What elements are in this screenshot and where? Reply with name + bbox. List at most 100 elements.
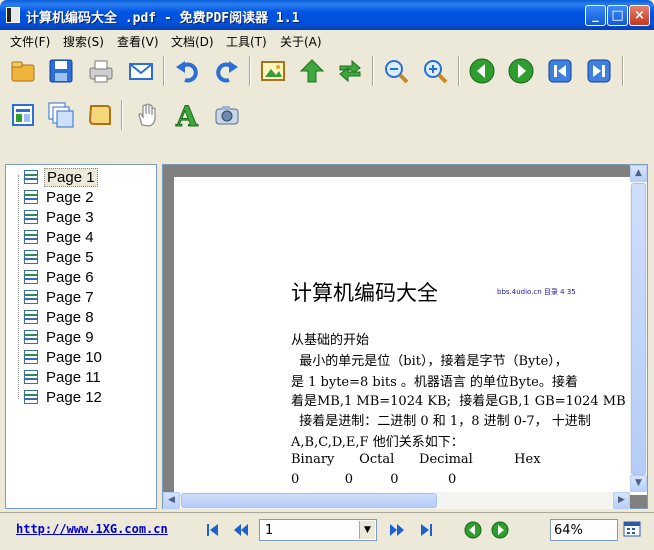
zoom-value: 64% [554,523,583,538]
page-icon [24,350,38,364]
tree-item-page-8[interactable]: Page 8 [24,307,96,327]
page-tree-panel: Page 1 Page 2 Page 3 Page 4 Page 5 Page … [5,164,157,509]
redo-icon[interactable] [210,54,244,88]
previous-icon[interactable] [465,54,499,88]
minimize-button[interactable]: _ [585,5,606,26]
next-page-button[interactable] [386,519,408,541]
calendar-icon[interactable] [623,520,641,538]
toolbar-separator [622,56,624,86]
page-icon [24,390,38,404]
toolbar-secondary: A [0,95,654,137]
page-icon [24,310,38,324]
scroll-left-button[interactable]: ◀ [163,492,180,509]
tree-item-page-10[interactable]: Page 10 [24,347,104,367]
page-icon [24,210,38,224]
scroll-up-button[interactable]: ▲ [630,165,647,182]
menu-tools[interactable]: 工具(T) [226,33,267,50]
title-bar: 计算机编码大全 .pdf - 免费PDF阅读器 1.1 _ □ × [0,0,654,30]
hand-tool-icon[interactable] [130,98,164,132]
app-icon [6,7,20,23]
document-page: 计算机编码大全 bbs.4udio.cn 目录 4 35 从基础的开始 最小的单… [174,177,647,495]
zoom-input[interactable]: 64% [550,519,618,541]
toolbar-separator [163,56,165,86]
toolbar-separator [372,56,374,86]
tree-item-page-1[interactable]: Page 1 [24,167,98,187]
previous-page-button[interactable] [230,519,252,541]
save-icon[interactable] [44,54,78,88]
svg-text:A: A [175,101,199,129]
vertical-scroll-thumb[interactable] [631,183,646,475]
toolbar-main [0,51,654,93]
zoom-out-icon[interactable] [379,54,413,88]
document-line: 最小的单元是位（bit），接着是字节（Byte）， [291,354,568,369]
last-page-icon[interactable] [582,54,616,88]
menu-file[interactable]: 文件(F) [10,33,50,50]
page-icon [24,290,38,304]
horizontal-scrollbar[interactable]: ◀ ▶ [163,492,630,509]
page-icon [24,230,38,244]
go-forward-button[interactable] [489,519,511,541]
tree-item-page-9[interactable]: Page 9 [24,327,96,347]
image-icon[interactable] [256,54,290,88]
open-folder-icon[interactable] [6,54,40,88]
page-icon [24,250,38,264]
up-arrow-icon[interactable] [295,54,329,88]
page-icon [24,270,38,284]
page-number-value: 1 [265,523,274,538]
tree-item-page-6[interactable]: Page 6 [24,267,96,287]
document-view[interactable]: 计算机编码大全 bbs.4udio.cn 目录 4 35 从基础的开始 最小的单… [162,164,648,509]
tree-item-page-12[interactable]: Page 12 [24,387,104,407]
go-back-button[interactable] [462,519,484,541]
window-title: 计算机编码大全 .pdf - 免费PDF阅读器 1.1 [26,11,300,26]
close-button[interactable]: × [629,5,650,26]
toolbar-separator [458,56,460,86]
document-line: 从基础的开始 [291,333,370,348]
tree-item-page-4[interactable]: Page 4 [24,227,96,247]
undo-icon[interactable] [170,54,204,88]
tree-item-page-2[interactable]: Page 2 [24,187,96,207]
tree-item-page-7[interactable]: Page 7 [24,287,96,307]
document-line: A,B,C,D,E,F 他们关系如下： [291,435,464,450]
website-link[interactable]: http://www.1XG.com.cn [16,522,168,536]
scroll-right-button[interactable]: ▶ [613,492,630,509]
menu-about[interactable]: 关于(A) [280,33,322,50]
text-select-icon[interactable]: A [170,98,204,132]
multi-page-icon[interactable] [44,98,78,132]
page-icon [24,190,38,204]
zoom-in-icon[interactable] [418,54,452,88]
email-icon[interactable] [124,54,158,88]
page-icon [24,170,38,184]
scroll-down-button[interactable]: ▼ [630,475,647,492]
single-page-icon[interactable] [6,98,40,132]
next-icon[interactable] [504,54,538,88]
tree-connector [18,175,19,399]
document-title: 计算机编码大全 [291,281,438,305]
document-watermark: bbs.4udio.cn 目录 4 35 [497,288,576,296]
toolbar-separator [121,100,123,130]
first-page-icon[interactable] [543,54,577,88]
menu-document[interactable]: 文档(D) [171,33,214,50]
document-line: Binary Octal Decimal Hex [291,452,541,467]
document-line: 0 0 0 0 [291,472,457,487]
page-number-select[interactable]: 1 ▼ [259,519,377,541]
tree-item-page-11[interactable]: Page 11 [24,367,103,387]
print-icon[interactable] [84,54,118,88]
menu-search[interactable]: 搜索(S) [63,33,104,50]
maximize-button[interactable]: □ [607,5,628,26]
scroll-page-icon[interactable] [82,98,116,132]
toolbar-separator [249,56,251,86]
document-line: 接着是进制：二进制 0 和 1，8 进制 0-7， 十进制 [291,414,591,429]
document-line: 是 1 byte=8 bits 。机器语言 的单位Byte。接着 [291,375,578,390]
tree-item-page-3[interactable]: Page 3 [24,207,96,227]
horizontal-scroll-thumb[interactable] [181,493,437,508]
first-page-button[interactable] [202,519,224,541]
snapshot-icon[interactable] [210,98,244,132]
tree-item-page-5[interactable]: Page 5 [24,247,96,267]
vertical-scrollbar[interactable]: ▲ ▼ [630,165,647,492]
menu-view[interactable]: 查看(V) [117,33,159,50]
chevron-down-icon[interactable]: ▼ [359,521,375,539]
refresh-icon[interactable] [333,54,367,88]
status-bar: http://www.1XG.com.cn 1 ▼ 64% [0,512,654,550]
menu-bar: 文件(F) 搜索(S) 查看(V) 文档(D) 工具(T) 关于(A) [0,30,654,50]
last-page-button[interactable] [415,519,437,541]
